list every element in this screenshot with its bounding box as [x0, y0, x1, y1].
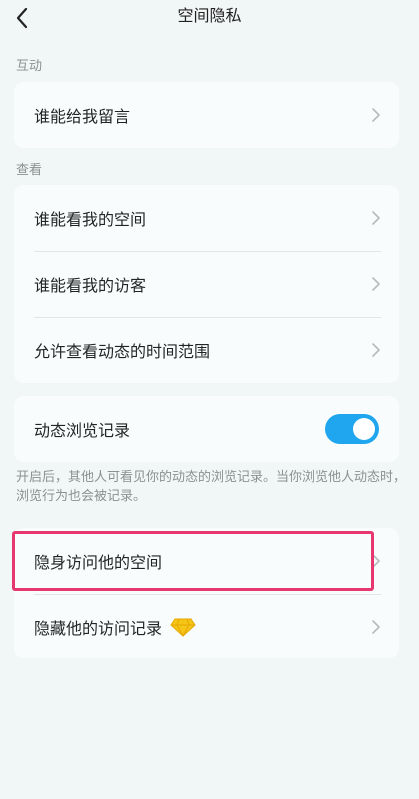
row-label: 谁能看我的空间 [34, 210, 147, 229]
browse-record-card: 动态浏览记录 [14, 396, 399, 462]
row-label: 谁能给我留言 [34, 107, 131, 126]
chevron-right-icon [372, 343, 380, 357]
row-label: 动态浏览记录 [34, 421, 131, 440]
row-label: 谁能看我的访客 [34, 276, 147, 295]
chevron-right-icon [372, 620, 380, 634]
diamond-icon [170, 618, 196, 637]
chevron-right-icon [372, 211, 380, 225]
chevron-right-icon [372, 554, 380, 568]
top-bar: 空间隐私 [0, 0, 419, 36]
row-who-can-view-visitors[interactable]: 谁能看我的访客 [14, 251, 399, 317]
row-who-can-message[interactable]: 谁能给我留言 [14, 82, 399, 148]
row-feed-time-range[interactable]: 允许查看动态的时间范围 [14, 317, 399, 383]
row-who-can-view-space[interactable]: 谁能看我的空间 [14, 185, 399, 251]
row-label: 隐藏他的访问记录 [34, 619, 163, 638]
page-title: 空间隐私 [177, 6, 242, 25]
row-invisible-visit[interactable]: 隐身访问他的空间 [14, 528, 399, 594]
view-card: 谁能看我的空间 谁能看我的访客 允许查看动态的时间范围 [14, 185, 399, 383]
row-label: 隐身访问他的空间 [34, 553, 163, 572]
chevron-right-icon [372, 108, 380, 122]
row-browse-record: 动态浏览记录 [14, 396, 399, 462]
browse-record-toggle[interactable] [325, 414, 379, 444]
toggle-knob [353, 418, 375, 440]
chevron-right-icon [372, 277, 380, 291]
section-label-interaction: 互动 [16, 59, 43, 74]
section-label-view: 查看 [16, 163, 43, 178]
interaction-card: 谁能给我留言 [14, 82, 399, 148]
row-hide-visit-record[interactable]: 隐藏他的访问记录 [14, 594, 399, 658]
browse-record-note: 开启后，其他人可看见你的动态的浏览记录。当你浏览他人动态时，浏览行为也会被记录。 [16, 470, 407, 504]
visit-card: 隐身访问他的空间 隐藏他的访问记录 [14, 528, 399, 658]
row-label: 允许查看动态的时间范围 [34, 342, 211, 361]
